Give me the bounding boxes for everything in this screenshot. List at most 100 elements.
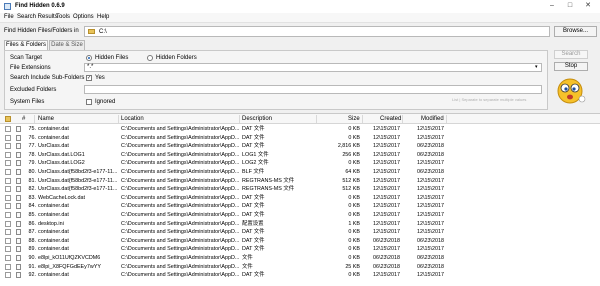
file-icon	[16, 126, 21, 132]
cell-number: 82.	[28, 186, 37, 193]
file-icon	[16, 134, 21, 141]
tab-files-folders[interactable]: Files & Folders	[4, 40, 48, 50]
radio-hidden-folders[interactable]	[147, 55, 153, 61]
cell-size: 0 KB	[348, 246, 360, 253]
cell-name: container.dat	[38, 237, 69, 244]
menu-file[interactable]: File	[4, 14, 14, 20]
cell-location: C:\Documents and Settings\Administrator\…	[121, 177, 239, 184]
cell-created: 12\15\2017	[373, 212, 400, 218]
subfolders-checkbox[interactable]: ✓	[86, 75, 92, 81]
file-icon	[16, 263, 21, 270]
row-checkbox[interactable]	[5, 255, 11, 261]
cell-name: UsrClass.dat{f58bd2f3-e177-11...	[38, 177, 118, 184]
cell-location: C:\Documents and Settings\Administrator\…	[121, 263, 239, 270]
system-files-checkbox[interactable]	[86, 99, 92, 105]
excluded-folders-input[interactable]	[84, 85, 542, 94]
table-row[interactable]: 81. UsrClass.dat{f58bd2f3-e177-11... C:\Do…	[0, 177, 600, 185]
row-checkbox[interactable]	[5, 263, 11, 270]
row-checkbox[interactable]	[5, 177, 11, 184]
table-row[interactable]: 77. UsrClass.dat C:\Documents and Settings…	[0, 142, 600, 150]
table-row[interactable]: 80. UsrClass.dat{f58bd2f3-e177-11... C:\Do…	[0, 168, 600, 176]
chevron-down-icon[interactable]: ▾	[535, 64, 538, 70]
path-input[interactable]: C:\	[84, 26, 550, 37]
row-checkbox[interactable]	[5, 126, 11, 132]
row-checkbox[interactable]	[5, 143, 11, 150]
cell-modified: 12\15\2017	[417, 160, 444, 167]
cell-created: 12\15\2017	[373, 246, 400, 253]
tab-date-size[interactable]: Date & Size	[49, 40, 85, 50]
table-row[interactable]: 91. e8lpi_X8FQFGdEEy7wYY C:\Documents and …	[0, 263, 600, 271]
row-checkbox[interactable]	[5, 229, 11, 236]
row-checkbox[interactable]	[5, 160, 11, 167]
table-row[interactable]: 75. container.dat C:\Documents and Setting…	[0, 125, 600, 133]
col-location[interactable]: Location	[121, 116, 144, 122]
row-checkbox[interactable]	[5, 203, 11, 210]
row-checkbox[interactable]	[5, 186, 11, 193]
path-value: C:\	[99, 29, 107, 35]
menu-help[interactable]: Help	[97, 14, 109, 20]
cell-created: 12\15\2017	[373, 169, 400, 175]
close-button[interactable]: ✕	[581, 1, 595, 11]
cell-created: 06\23\2018	[373, 255, 400, 261]
cell-location: C:\Documents and Settings\Administrator\…	[121, 246, 239, 253]
stop-button[interactable]: Stop	[554, 62, 588, 71]
select-all-icon[interactable]	[5, 116, 11, 122]
row-checkbox[interactable]	[5, 220, 11, 227]
maximize-button[interactable]: □	[563, 1, 577, 11]
menu-search-results[interactable]: Search Results	[17, 14, 58, 20]
cell-location: C:\Documents and Settings\Administrator\…	[121, 160, 239, 167]
table-row[interactable]: 88. container.dat C:\Documents and Setting…	[0, 237, 600, 245]
menu-tools[interactable]: Tools	[56, 14, 70, 20]
row-checkbox[interactable]	[5, 246, 11, 253]
cell-number: 86.	[28, 220, 37, 227]
cell-modified: 12\15\2017	[417, 229, 444, 236]
cell-number: 91.	[28, 263, 37, 270]
table-row[interactable]: 85. container.dat C:\Documents and Setting…	[0, 211, 600, 219]
col-created[interactable]: Created	[380, 116, 401, 122]
col-modified[interactable]: Modified	[421, 116, 444, 122]
col-number[interactable]: #	[22, 116, 25, 122]
minimize-button[interactable]: –	[545, 1, 559, 11]
col-size[interactable]: Size	[348, 116, 360, 122]
table-row[interactable]: 79. UsrClass.dat.LOG2 C:\Documents and Set…	[0, 159, 600, 167]
cell-number: 88.	[28, 237, 37, 244]
table-header: # Name Location Description Size Created…	[0, 114, 600, 124]
cell-name: e8lpi_kO11UfQZKVCDM6	[38, 255, 101, 261]
browse-button[interactable]: Browse...	[554, 26, 597, 37]
cell-size: 0 KB	[348, 237, 360, 244]
row-checkbox[interactable]	[5, 151, 11, 158]
table-row[interactable]: 92. container.dat C:\Documents and Setting…	[0, 271, 600, 279]
cell-description: DAT 文件	[242, 272, 265, 279]
cell-location: C:\Documents and Settings\Administrator\…	[121, 134, 239, 141]
table-row[interactable]: 90. e8lpi_kO11UfQZKVCDM6 C:\Documents and …	[0, 254, 600, 262]
row-checkbox[interactable]	[5, 134, 11, 141]
table-row[interactable]: 89. container.dat C:\Documents and Setting…	[0, 245, 600, 253]
file-ext-input[interactable]: *.*	[84, 63, 542, 72]
col-name[interactable]: Name	[38, 116, 54, 122]
table-row[interactable]: 86. desktop.ini C:\Documents and Settings\…	[0, 220, 600, 228]
table-row[interactable]: 82. UsrClass.dat{f58bd2f3-e177-11... C:\Do…	[0, 185, 600, 193]
row-checkbox[interactable]	[5, 212, 11, 218]
row-checkbox[interactable]	[5, 237, 11, 244]
cell-description: LOG2 文件	[242, 160, 269, 167]
table-row[interactable]: 84. container.dat C:\Documents and Setting…	[0, 202, 600, 210]
file-icon	[16, 272, 21, 279]
table-row[interactable]: 78. UsrClass.dat.LOG1 C:\Documents and Set…	[0, 151, 600, 159]
radio-hidden-files[interactable]	[86, 55, 92, 61]
menu-options[interactable]: Options	[73, 14, 94, 20]
cell-location: C:\Documents and Settings\Administrator\…	[121, 220, 239, 227]
cell-name: container.dat	[38, 229, 69, 236]
col-description[interactable]: Description	[242, 116, 272, 122]
search-button[interactable]: Search	[554, 50, 588, 59]
table-row[interactable]: 76. container.dat C:\Documents and Setting…	[0, 134, 600, 142]
cell-number: 77.	[28, 143, 37, 150]
row-checkbox[interactable]	[5, 169, 11, 175]
cell-modified: 06\23\2018	[417, 143, 444, 150]
app-icon	[4, 3, 11, 10]
row-checkbox[interactable]	[5, 272, 11, 279]
cell-created: 12\15\2017	[373, 194, 400, 201]
cell-location: C:\Documents and Settings\Administrator\…	[121, 272, 239, 279]
table-row[interactable]: 83. WebCacheLock.dat C:\Documents and Sett…	[0, 194, 600, 202]
table-row[interactable]: 87. container.dat C:\Documents and Setting…	[0, 228, 600, 236]
row-checkbox[interactable]	[5, 194, 11, 201]
